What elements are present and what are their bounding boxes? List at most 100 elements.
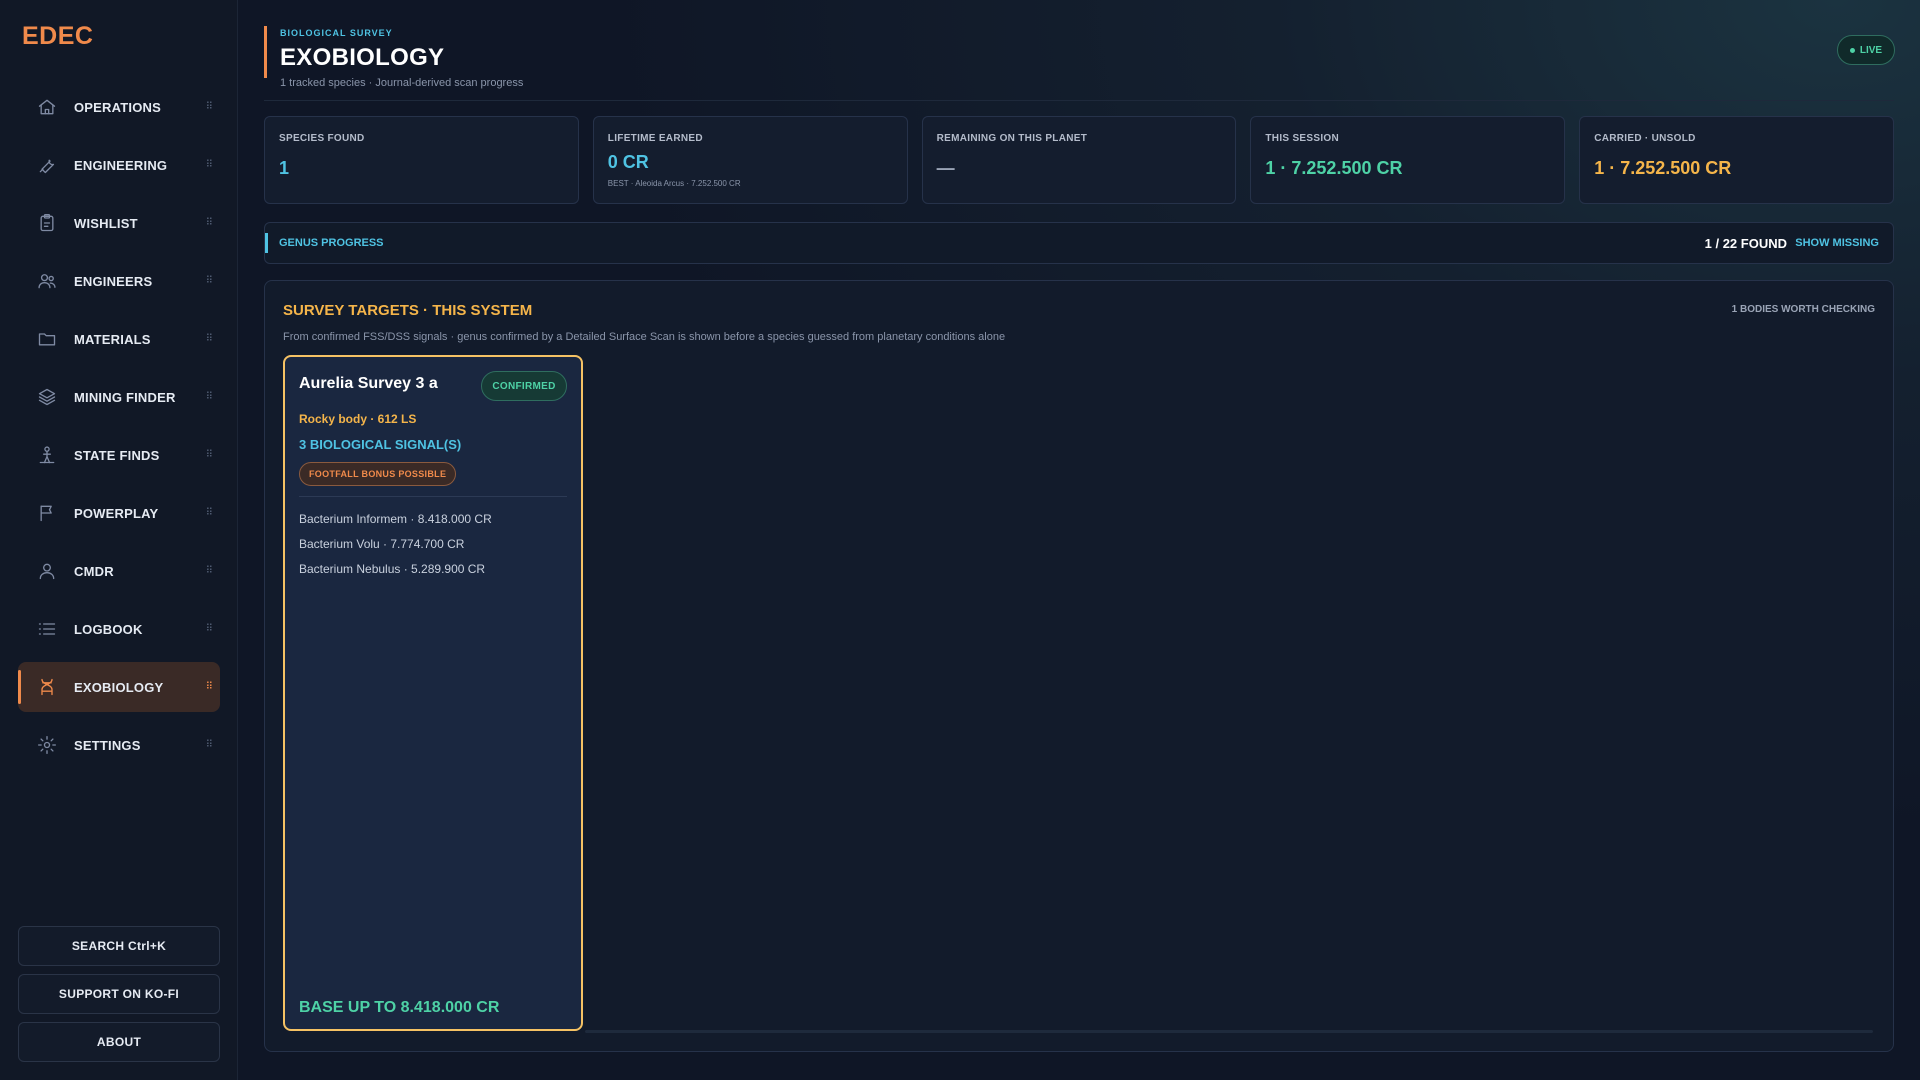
support-button[interactable]: SUPPORT ON KO-FI: [18, 974, 220, 1014]
person-pin-icon: [36, 444, 58, 466]
drag-handle-icon[interactable]: ⠿: [206, 392, 213, 403]
panel-description: From confirmed FSS/DSS signals · genus c…: [283, 331, 1006, 343]
bodies-count: 1 BODIES WORTH CHECKING: [1731, 304, 1875, 315]
layers-icon: [36, 386, 58, 408]
header-divider: [264, 100, 1894, 101]
sidebar-item-engineering[interactable]: ENGINEERING ⠿: [18, 140, 220, 190]
dna-icon: [36, 676, 58, 698]
sidebar-item-engineers[interactable]: ENGINEERS ⠿: [18, 256, 220, 306]
sidebar-item-exobiology[interactable]: EXOBIOLOGY ⠿: [18, 662, 220, 712]
stat-value: 1: [279, 158, 290, 178]
drag-handle-icon[interactable]: ⠿: [206, 160, 213, 171]
stats-row: SPECIES FOUND 1 LIFETIME EARNED 0 CR BES…: [264, 116, 1894, 204]
sidebar-item-label: ENGINEERS: [74, 273, 153, 289]
genus-progress-bar[interactable]: GENUS PROGRESS 1 / 22 FOUND SHOW MISSING: [264, 222, 1894, 264]
sidebar: EDEC OPERATIONS ⠿ ENGINEERING ⠿ WISHLIST…: [0, 0, 238, 1080]
app-window: EDEC OPERATIONS ⠿ ENGINEERING ⠿ WISHLIST…: [0, 0, 1920, 1080]
stat-value: 1 · 7.252.500 CR: [1265, 158, 1403, 178]
species-list: Bacterium Informem · 8.418.000 CR Bacter…: [299, 507, 492, 582]
sidebar-item-label: MINING FINDER: [74, 389, 176, 405]
drag-handle-icon[interactable]: ⠿: [206, 624, 213, 635]
stat-label: SPECIES FOUND: [279, 133, 365, 144]
sidebar-item-label: SETTINGS: [74, 737, 141, 753]
survey-targets-panel: SURVEY TARGETS · THIS SYSTEM 1 BODIES WO…: [264, 280, 1894, 1052]
sidebar-item-state-finds[interactable]: STATE FINDS ⠿: [18, 430, 220, 480]
folder-icon: [36, 328, 58, 350]
stat-remaining-planet: REMAINING ON THIS PLANET —: [921, 116, 1237, 204]
about-button[interactable]: ABOUT: [18, 1022, 220, 1062]
sidebar-item-label: OPERATIONS: [74, 99, 161, 115]
drag-handle-icon[interactable]: ⠿: [206, 102, 213, 113]
flag-icon: [36, 502, 58, 524]
sidebar-item-logbook[interactable]: LOGBOOK ⠿: [18, 604, 220, 654]
stat-carried-unsold: CARRIED · UNSOLD 1 · 7.252.500 CR: [1579, 116, 1894, 204]
sidebar-item-cmdr[interactable]: CMDR ⠿: [18, 546, 220, 596]
stat-this-session: THIS SESSION 1 · 7.252.500 CR: [1250, 116, 1566, 204]
species-item: Bacterium Nebulus · 5.289.900 CR: [299, 562, 486, 576]
main-content: BIOLOGICAL SURVEY EXOBIOLOGY 1 tracked s…: [238, 0, 1920, 1080]
stat-species-found: SPECIES FOUND 1: [264, 116, 579, 204]
drag-handle-icon[interactable]: ⠿: [206, 450, 213, 461]
user-icon: [36, 560, 58, 582]
stat-value: 1 · 7.252.500 CR: [1594, 158, 1732, 178]
header-accent-bar: [264, 26, 267, 78]
drag-handle-icon[interactable]: ⠿: [206, 740, 213, 751]
sidebar-item-materials[interactable]: MATERIALS ⠿: [18, 314, 220, 364]
stat-label: CARRIED · UNSOLD: [1594, 133, 1696, 144]
sidebar-item-label: MATERIALS: [74, 331, 151, 347]
sidebar-item-label: ENGINEERING: [74, 157, 168, 173]
footfall-bonus-tag: FOOTFALL BONUS POSSIBLE: [299, 462, 457, 486]
bio-signals: 3 BIOLOGICAL SIGNAL(S): [299, 437, 462, 452]
sidebar-item-label: EXOBIOLOGY: [74, 679, 164, 695]
sidebar-item-operations[interactable]: OPERATIONS ⠿: [18, 82, 220, 132]
sidebar-item-label: LOGBOOK: [74, 621, 143, 637]
sidebar-nav: OPERATIONS ⠿ ENGINEERING ⠿ WISHLIST ⠿ EN…: [18, 82, 220, 778]
stat-label: LIFETIME EARNED: [607, 133, 703, 144]
clipboard-icon: [36, 212, 58, 234]
page-title: EXOBIOLOGY: [280, 44, 445, 71]
page-subtitle: 1 tracked species · Journal-derived scan…: [280, 77, 524, 89]
stat-label: THIS SESSION: [1265, 133, 1340, 144]
sidebar-item-label: STATE FINDS: [74, 447, 160, 463]
list-icon: [36, 618, 58, 640]
genus-count: 1 / 22 FOUND: [1704, 236, 1787, 251]
sidebar-item-powerplay[interactable]: POWERPLAY ⠿: [18, 488, 220, 538]
body-name: Aurelia Survey 3 a: [299, 375, 438, 392]
brand-logo[interactable]: EDEC: [22, 22, 93, 51]
drag-handle-icon[interactable]: ⠿: [206, 276, 213, 287]
body-card[interactable]: Aurelia Survey 3 a CONFIRMED Rocky body …: [283, 355, 583, 1031]
species-item: Bacterium Volu · 7.774.700 CR: [299, 537, 465, 551]
sidebar-item-settings[interactable]: SETTINGS ⠿: [18, 720, 220, 770]
drag-handle-icon[interactable]: ⠿: [206, 566, 213, 577]
users-icon: [36, 270, 58, 292]
card-divider: [299, 496, 567, 497]
drag-handle-icon[interactable]: ⠿: [206, 218, 213, 229]
horizontal-scrollbar[interactable]: [585, 1030, 1873, 1033]
sidebar-item-label: WISHLIST: [74, 215, 138, 231]
drag-handle-icon[interactable]: ⠿: [206, 508, 213, 519]
wrench-icon: [36, 154, 58, 176]
search-button[interactable]: SEARCH Ctrl+K: [18, 926, 220, 966]
stat-label: REMAINING ON THIS PLANET: [936, 133, 1088, 144]
stat-lifetime-earned: LIFETIME EARNED 0 CR BEST · Aleoida Arcu…: [592, 116, 908, 204]
stat-value: —: [936, 158, 955, 178]
drag-handle-icon[interactable]: ⠿: [206, 682, 213, 693]
sidebar-item-wishlist[interactable]: WISHLIST ⠿: [18, 198, 220, 248]
stat-value: 0 CR: [607, 152, 649, 172]
live-status-badge: LIVE: [1837, 35, 1895, 65]
drag-handle-icon[interactable]: ⠿: [206, 334, 213, 345]
base-value: BASE UP TO 8.418.000 CR: [299, 999, 500, 1016]
page-eyebrow: BIOLOGICAL SURVEY: [280, 28, 393, 38]
confirmed-badge: CONFIRMED: [481, 371, 567, 401]
stat-note: BEST · Aleoida Arcus · 7.252.500 CR: [607, 179, 741, 188]
body-info: Rocky body · 612 LS: [299, 412, 417, 426]
sidebar-item-label: POWERPLAY: [74, 505, 159, 521]
genus-accent: [265, 233, 268, 253]
show-missing-link[interactable]: SHOW MISSING: [1795, 237, 1879, 249]
panel-title: SURVEY TARGETS · THIS SYSTEM: [283, 302, 533, 319]
live-label: LIVE: [1859, 44, 1883, 56]
sidebar-item-label: CMDR: [74, 563, 114, 579]
genus-title: GENUS PROGRESS: [279, 237, 384, 249]
home-icon: [36, 96, 58, 118]
sidebar-item-mining-finder[interactable]: MINING FINDER ⠿: [18, 372, 220, 422]
